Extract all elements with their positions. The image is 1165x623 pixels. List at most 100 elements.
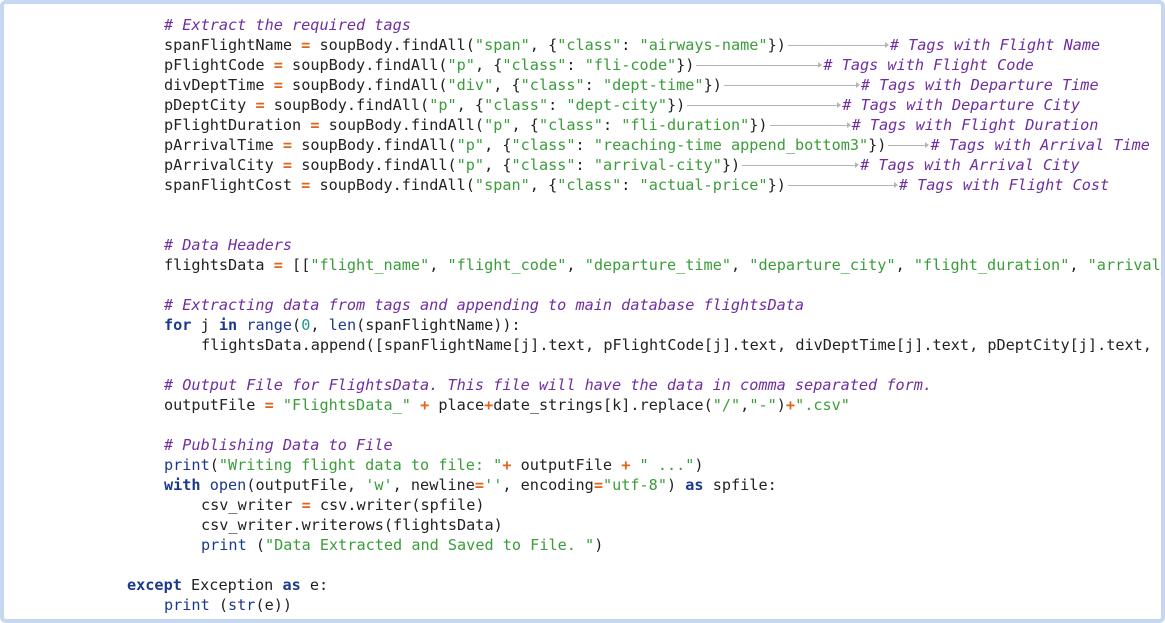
string: "class" (520, 76, 585, 94)
string: "p" (429, 96, 457, 114)
string: "fli-duration" (621, 116, 750, 134)
string: "class" (484, 96, 549, 114)
operator: = (282, 136, 293, 154)
code-line: for j in range(0, len(spanFlightName)): (164, 316, 521, 334)
string: "class" (557, 176, 622, 194)
variable: csv_writer (201, 496, 293, 514)
code-line: flightsData = [["flight_name", "flight_c… (4, 255, 1161, 275)
variable: spanFlightCost (164, 176, 293, 194)
string: "arrival-city" (593, 156, 722, 174)
string: "class" (502, 56, 567, 74)
string: "Writing flight data to file: " (218, 456, 503, 474)
keyword: as (685, 476, 704, 494)
variable: pFlightCode (164, 56, 265, 74)
code-line: outputFile = "FlightsData_" + place+date… (164, 396, 850, 414)
string: "div" (447, 76, 494, 94)
operator: = (273, 56, 283, 74)
variable: divDeptTime (164, 76, 265, 94)
builtin: len (328, 316, 357, 334)
comment: # Tags with Flight Duration (851, 116, 1099, 134)
variable: spanFlightName (164, 36, 293, 54)
operator: = (273, 256, 283, 274)
variable: pFlightDuration (164, 116, 302, 134)
string: "flight_code" (447, 256, 567, 274)
comment: # Tags with Arrival Time (930, 136, 1150, 154)
variable: pArrivalCity (164, 156, 274, 174)
tab-arrow-icon (786, 35, 890, 55)
operator: + (484, 396, 494, 414)
operator: = (301, 176, 311, 194)
keyword: for (164, 316, 192, 334)
string: "class" (511, 136, 576, 154)
code-cell[interactable]: # Extract the required tags spanFlightNa… (0, 0, 1165, 623)
string: "-" (749, 396, 777, 414)
string: "class" (538, 116, 603, 134)
comment: # Output File for FlightsData. This file… (164, 376, 933, 394)
variable: pDeptCity (164, 96, 247, 114)
code-line: except Exception as e: (127, 576, 329, 594)
string: "flight_duration" (913, 256, 1070, 274)
variable: outputFile (164, 396, 256, 414)
string: "Data Extracted and Saved to File. " (265, 536, 595, 554)
operator: = (301, 36, 311, 54)
code-line: print (str(e)) (164, 596, 293, 614)
code-line: # Publishing Data to File (4, 435, 1161, 455)
string: "fli-code" (584, 56, 677, 74)
builtin: range (246, 316, 293, 334)
comment: # Tags with Flight Code (823, 56, 1034, 74)
string: "reaching-time append_bottom3" (593, 136, 869, 154)
comment: # Extract the required tags (164, 16, 411, 34)
string: ".csv" (795, 396, 850, 414)
tab-arrow-icon (740, 155, 860, 175)
string: "p" (484, 116, 512, 134)
variable: pArrivalTime (164, 136, 274, 154)
string: "departure_city" (749, 256, 896, 274)
operator: = (593, 476, 603, 494)
string: "span" (474, 36, 530, 54)
operator: + (420, 396, 430, 414)
string: 'w' (365, 476, 393, 494)
code-line: pFlightDuration = soupBody.findAll("p", … (164, 116, 1099, 134)
comment: # Tags with Flight Cost (898, 176, 1110, 194)
code-line: divDeptTime = soupBody.findAll("div", {"… (164, 76, 1099, 94)
builtin: str (228, 596, 256, 614)
variable: flightsData (164, 256, 265, 274)
string: "departure_time" (584, 256, 731, 274)
code-line: with open(outputFile, 'w', newline='', e… (164, 476, 777, 494)
code-line: pDeptCity = soupBody.findAll("p", {"clas… (164, 96, 1081, 114)
tab-arrow-icon (694, 55, 823, 75)
builtin: open (209, 476, 247, 494)
code-line: csv_writer.writerows(flightsData) (201, 516, 503, 534)
string: '' (484, 476, 503, 494)
code-line: # Output File for FlightsData. This file… (4, 375, 1161, 395)
comment: # Extracting data from tags and appendin… (164, 296, 805, 314)
string: "utf-8" (602, 476, 667, 494)
code-line: pArrivalTime = soupBody.findAll("p", {"c… (164, 135, 1150, 155)
number: 0 (301, 316, 311, 334)
code-line: # Data Headers (4, 235, 1161, 255)
operator: = (301, 496, 311, 514)
code-line: # Extract the required tags (4, 15, 1161, 35)
operator: = (282, 156, 293, 174)
string: "actual-price" (639, 176, 768, 194)
code-line: print ("Data Extracted and Saved to File… (201, 536, 604, 554)
operator: = (255, 96, 265, 114)
code-line: csv_writer = csv.writer(spfile) (201, 496, 485, 514)
code-line: # Extracting data from tags and appendin… (4, 295, 1161, 315)
string: "class" (557, 36, 622, 54)
code-line: flightsData.append([spanFlightName[j].te… (201, 336, 1152, 354)
string: "dept-city" (566, 96, 667, 114)
code-line: print("Writing flight data to file: "+ o… (164, 456, 704, 474)
string: "arrival_time" (1087, 256, 1161, 274)
comment: # Tags with Arrival City (860, 156, 1080, 174)
keyword: except (127, 576, 182, 594)
operator: = (264, 396, 274, 414)
string: " ..." (639, 456, 695, 474)
tab-arrow-icon (786, 175, 899, 195)
string: "span" (474, 176, 530, 194)
tab-arrow-icon (886, 135, 930, 155)
